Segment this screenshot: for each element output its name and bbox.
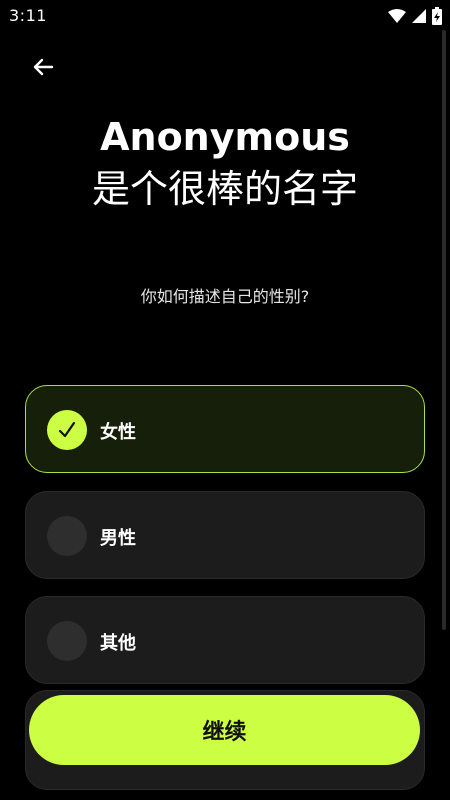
battery-charging-icon bbox=[432, 7, 442, 25]
status-icons bbox=[388, 7, 442, 25]
title-subtitle: 是个很棒的名字 bbox=[91, 167, 358, 211]
option-label: 其他 bbox=[100, 633, 136, 654]
status-bar: 3:11 bbox=[0, 0, 450, 32]
option-label: 女性 bbox=[100, 422, 136, 443]
title-name: Anonymous bbox=[100, 115, 350, 159]
radio-unchecked bbox=[47, 516, 87, 556]
back-button[interactable] bbox=[28, 52, 58, 82]
radio-checked bbox=[47, 410, 87, 450]
signal-icon bbox=[412, 9, 426, 23]
option-label: 男性 bbox=[100, 528, 136, 549]
radio-unchecked bbox=[47, 621, 87, 661]
scrollbar[interactable] bbox=[442, 30, 446, 630]
continue-button[interactable]: 继续 bbox=[29, 695, 420, 765]
arrow-left-icon bbox=[31, 55, 55, 79]
option-female[interactable]: 女性 bbox=[25, 385, 425, 473]
status-time: 3:11 bbox=[9, 6, 47, 25]
wifi-icon bbox=[388, 9, 406, 23]
page-title: Anonymous 是个很棒的名字 bbox=[0, 112, 450, 214]
check-icon bbox=[57, 420, 77, 440]
option-other[interactable]: 其他 bbox=[25, 596, 425, 684]
option-male[interactable]: 男性 bbox=[25, 491, 425, 579]
gender-question: 你如何描述自己的性别? bbox=[140, 287, 310, 306]
